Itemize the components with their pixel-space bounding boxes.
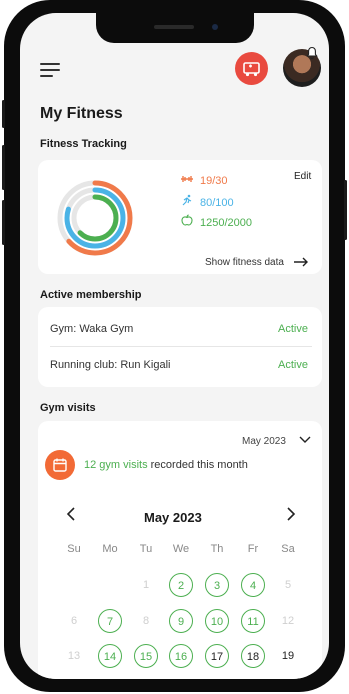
stat-workouts: 19/30: [180, 174, 228, 187]
calendar-icon: [53, 458, 67, 472]
membership-card: [38, 307, 322, 387]
calendar-day[interactable]: 8: [134, 609, 158, 633]
speaker: [154, 25, 194, 29]
camera: [212, 24, 218, 30]
gym-visits-summary: 12 gym visits recorded this month: [84, 459, 248, 471]
weekday-label: We: [172, 543, 190, 555]
calendar-day[interactable]: 12: [276, 609, 300, 633]
calendar-day[interactable]: 5: [276, 573, 300, 597]
calendar-day[interactable]: 13: [62, 644, 86, 668]
calendar-day-visited[interactable]: 16: [169, 644, 193, 668]
stat-nutrition: 1250/2000: [180, 214, 252, 229]
calendar-day[interactable]: 1: [134, 573, 158, 597]
dumbbell-icon: [180, 174, 194, 187]
chevron-left-icon[interactable]: [66, 507, 76, 526]
fitness-rings: [57, 180, 133, 256]
calendar-day-visited[interactable]: 11: [241, 609, 265, 633]
weekday-label: Tu: [139, 543, 153, 555]
fitness-tracking-heading: Fitness Tracking: [40, 138, 127, 150]
weekday-label: Mo: [102, 543, 118, 555]
apple-icon: [180, 214, 194, 229]
calendar-day-visited[interactable]: 17: [205, 644, 229, 668]
membership-status-badge: Active: [278, 359, 308, 371]
phone-side-button: [2, 100, 5, 128]
month-select[interactable]: May 2023: [242, 436, 311, 447]
chevron-down-icon: [299, 436, 311, 443]
calendar-day-visited[interactable]: 18: [241, 644, 265, 668]
phone-side-button: [2, 145, 5, 190]
membership-item-gym[interactable]: Gym: Waka Gym: [50, 323, 133, 335]
page-title: My Fitness: [40, 105, 123, 122]
weekday-label: Fr: [247, 543, 259, 555]
calendar-day-today[interactable]: 19: [276, 644, 300, 668]
membership-status-badge: Active: [278, 323, 308, 335]
weekday-label: Sa: [281, 543, 295, 555]
ambulance-button[interactable]: [235, 52, 268, 85]
chevron-right-icon[interactable]: [286, 507, 296, 526]
calendar-day-visited[interactable]: 10: [205, 609, 229, 633]
weekday-label: Th: [210, 543, 224, 555]
calendar-badge: [45, 450, 75, 480]
calendar-day-visited[interactable]: 2: [169, 573, 193, 597]
divider: [50, 346, 312, 347]
calendar-day[interactable]: 6: [62, 609, 86, 633]
gym-visits-heading: Gym visits: [40, 402, 96, 414]
membership-heading: Active membership: [40, 289, 142, 301]
notch: [96, 13, 254, 43]
edit-button[interactable]: Edit: [294, 171, 311, 182]
calendar-day-visited[interactable]: 7: [98, 609, 122, 633]
phone-side-button: [2, 200, 5, 245]
calendar-title: May 2023: [144, 510, 202, 525]
weekday-label: Su: [67, 543, 81, 555]
app-screen: My Fitness Fitness Tracking Edit 19/30 8…: [20, 13, 329, 679]
calendar-day-visited[interactable]: 14: [98, 644, 122, 668]
calendar-day-visited[interactable]: 9: [169, 609, 193, 633]
ambulance-icon: [243, 62, 260, 77]
membership-item-running-club[interactable]: Running club: Run Kigali: [50, 359, 170, 371]
stat-activity: 80/100: [180, 194, 234, 209]
calendar-day-visited[interactable]: 15: [134, 644, 158, 668]
phone-side-button: [344, 180, 347, 240]
calendar-day-visited[interactable]: 3: [205, 573, 229, 597]
menu-icon[interactable]: [40, 63, 60, 77]
show-fitness-data-link[interactable]: Show fitness data: [205, 257, 309, 268]
calendar-day-visited[interactable]: 4: [241, 573, 265, 597]
arrow-right-icon: [293, 257, 308, 267]
running-icon: [180, 194, 194, 209]
bell-icon[interactable]: [305, 46, 319, 60]
